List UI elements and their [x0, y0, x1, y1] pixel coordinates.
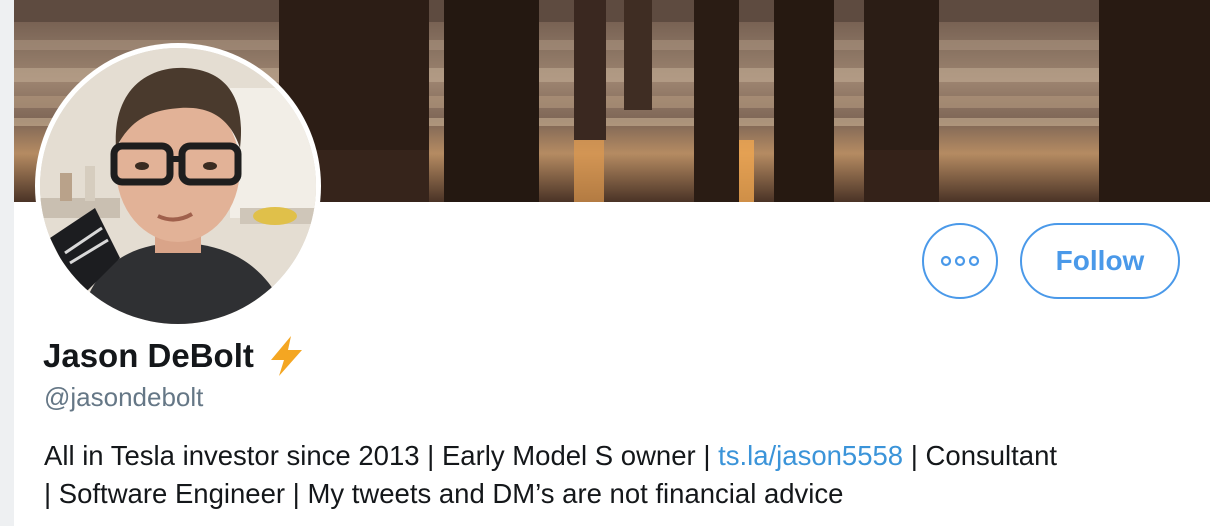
bio-text-before-link: All in Tesla investor since 2013 | Early…: [44, 440, 719, 471]
display-name-text: Jason DeBolt: [43, 337, 254, 374]
avatar-photo: [40, 48, 316, 324]
follow-button[interactable]: Follow: [1020, 223, 1180, 299]
bio-text-after-link: | Consultant: [903, 440, 1058, 471]
profile-avatar[interactable]: [35, 43, 321, 329]
bio-line-1: All in Tesla investor since 2013 | Early…: [44, 437, 1194, 475]
profile-bio: All in Tesla investor since 2013 | Early…: [44, 437, 1194, 513]
lightning-bolt-icon: [270, 336, 302, 376]
more-dots-icon: [940, 255, 980, 267]
bio-link[interactable]: ts.la/jason5558: [718, 440, 903, 471]
profile-handle: @jasondebolt: [44, 382, 204, 412]
page-edge: [0, 0, 14, 526]
profile-name: Jason DeBolt: [43, 334, 308, 378]
bio-line-2: | Software Engineer | My tweets and DM’s…: [44, 478, 844, 509]
more-options-button[interactable]: [922, 223, 998, 299]
